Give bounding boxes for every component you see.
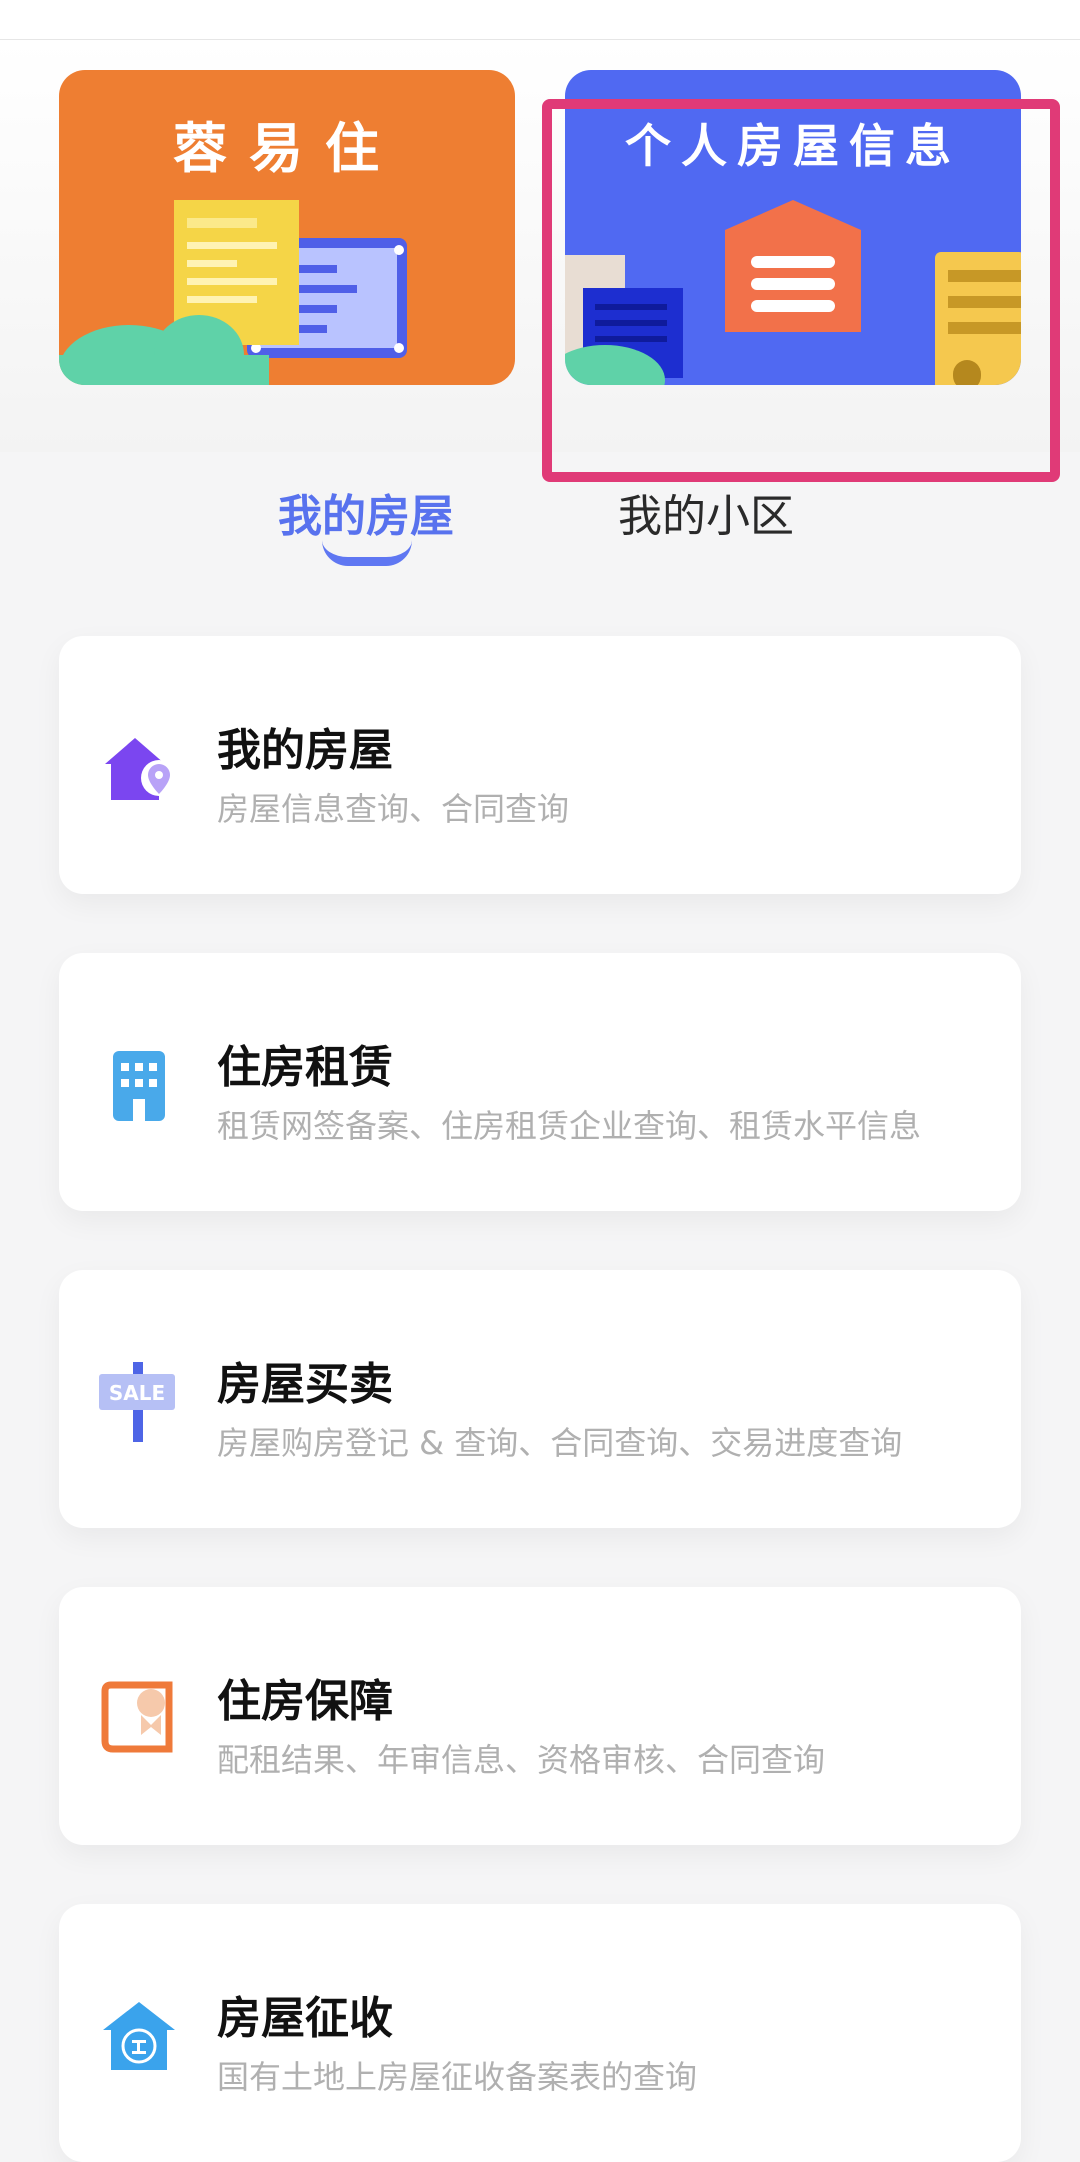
- sale-sign-icon: SALE: [99, 1362, 175, 1442]
- card-title: 我的房屋: [217, 725, 393, 776]
- card-title: 住房租赁: [217, 1042, 393, 1093]
- house-expropriation-icon: [103, 2002, 175, 2070]
- card-house-expropriation[interactable]: 房屋征收 国有土地上房屋征收备案表的查询: [59, 1904, 1021, 2162]
- card-title: 房屋征收: [217, 1993, 393, 2044]
- card-subtitle: 房屋购房登记 & 查询、合同查询、交易进度查询: [217, 1424, 903, 1462]
- house-location-icon: [105, 738, 177, 800]
- svg-text:SALE: SALE: [109, 1381, 165, 1405]
- certificate-icon: [101, 1681, 173, 1753]
- top-bar: [0, 0, 1080, 40]
- active-tab-indicator: [322, 540, 412, 566]
- card-housing-rental[interactable]: 住房租赁 租赁网签备案、住房租赁企业查询、租赁水平信息: [59, 953, 1021, 1211]
- card-house-trading[interactable]: SALE 房屋买卖 房屋购房登记 & 查询、合同查询、交易进度查询: [59, 1270, 1021, 1528]
- card-subtitle: 租赁网签备案、住房租赁企业查询、租赁水平信息: [217, 1107, 922, 1145]
- tab-my-house[interactable]: 我的房屋: [278, 480, 454, 544]
- tab-my-community[interactable]: 我的小区: [618, 480, 794, 544]
- documents-illustration: [59, 200, 407, 385]
- building-icon: [113, 1051, 165, 1121]
- tab-bar: 我的房屋 我的小区: [0, 472, 1080, 582]
- card-subtitle: 配租结果、年审信息、资格审核、合同查询: [217, 1741, 826, 1779]
- card-title: 房屋买卖: [217, 1359, 393, 1410]
- highlight-box: [542, 99, 1060, 482]
- card-housing-security[interactable]: 住房保障 配租结果、年审信息、资格审核、合同查询: [59, 1587, 1021, 1845]
- rongyizhu-banner[interactable]: 蓉易住: [59, 70, 515, 385]
- card-my-house[interactable]: 我的房屋 房屋信息查询、合同查询: [59, 636, 1021, 894]
- card-subtitle: 房屋信息查询、合同查询: [217, 790, 570, 828]
- card-subtitle: 国有土地上房屋征收备案表的查询: [217, 2058, 698, 2096]
- card-title: 住房保障: [217, 1676, 393, 1727]
